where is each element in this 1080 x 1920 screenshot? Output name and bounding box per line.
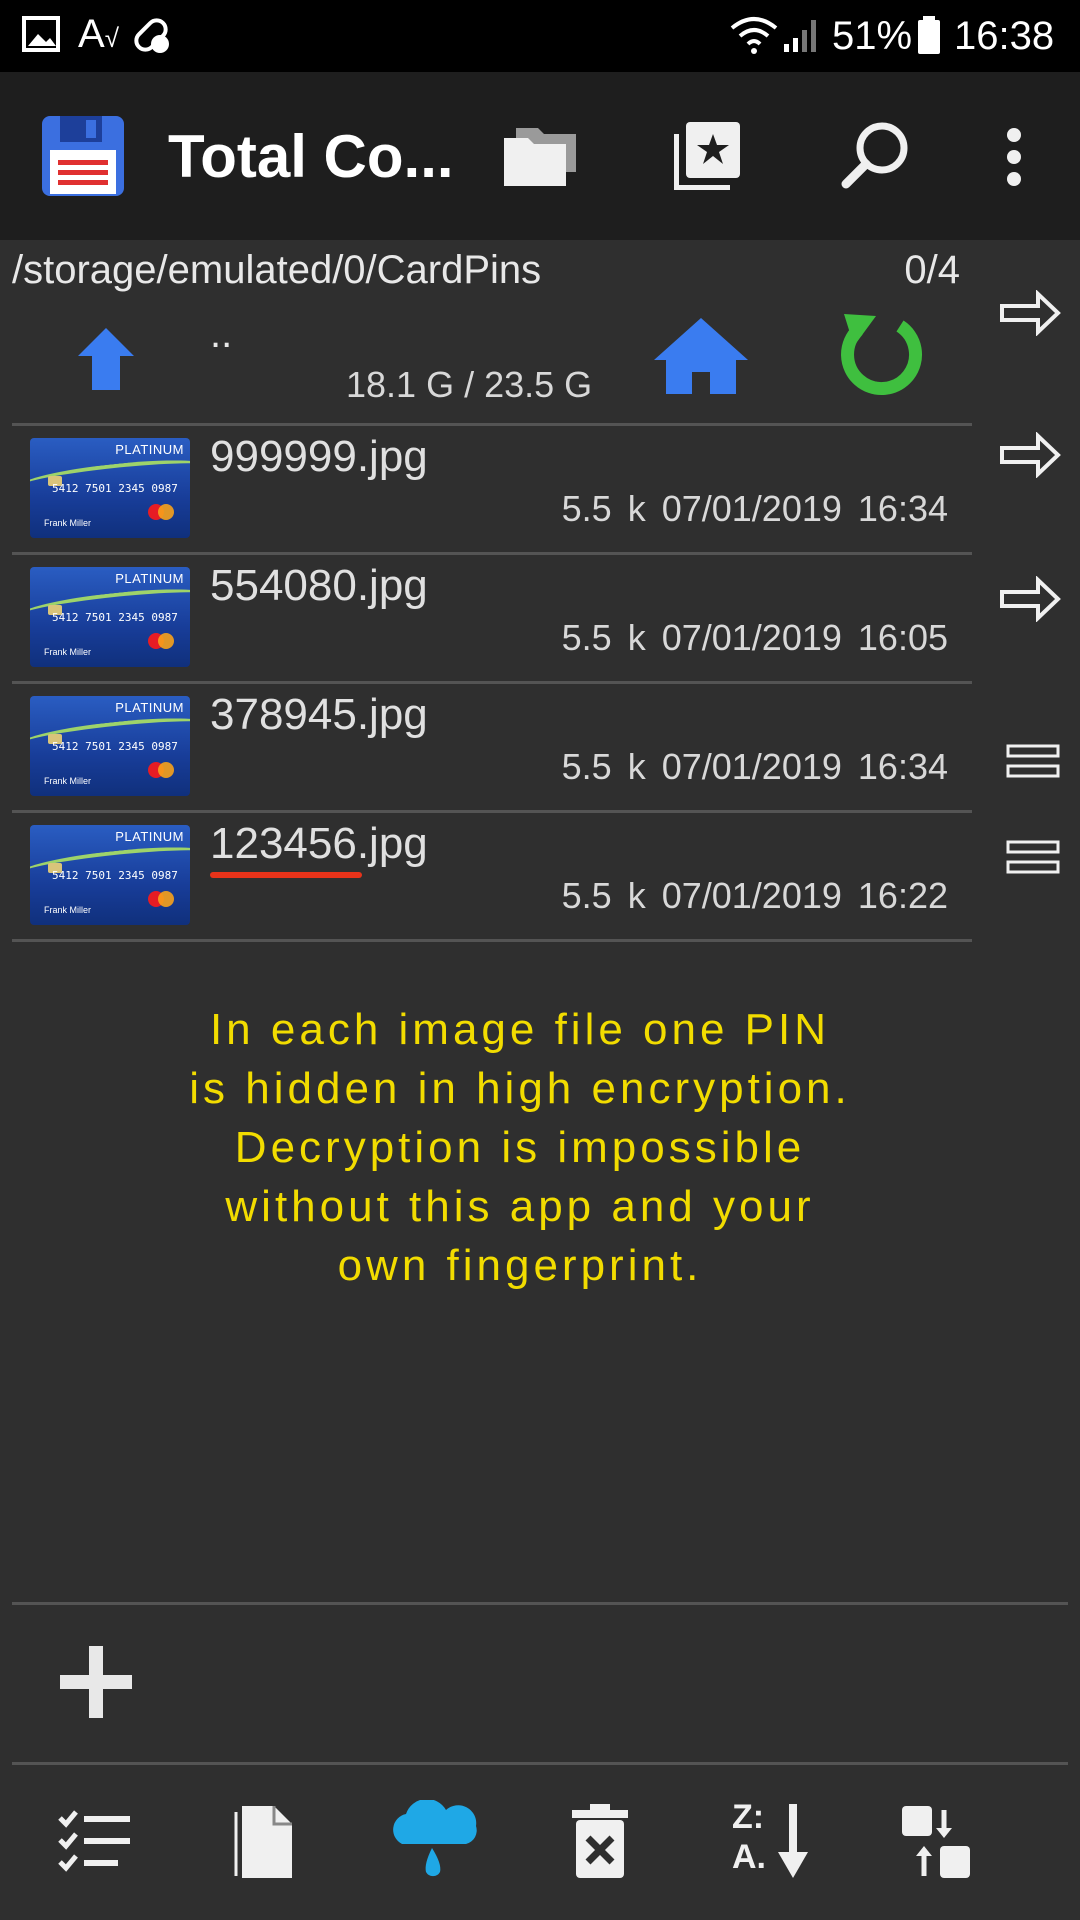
text-style-icon: A√ [78, 12, 119, 56]
battery-level: 51% [832, 14, 913, 58]
sort-za-icon[interactable]: Z: A. [732, 1800, 810, 1882]
highlight-underline [210, 872, 362, 878]
battery-icon [918, 16, 940, 54]
file-meta: 5.5 k 07/01/2019 16:34 [561, 746, 948, 787]
delete-icon[interactable] [570, 1804, 630, 1880]
info-text: In each image file one PIN is hidden in … [189, 1005, 851, 1290]
folders-icon[interactable] [502, 124, 578, 188]
file-row[interactable]: PLATINUM 5412 7501 2345 0987 Frank Mille… [12, 426, 972, 552]
file-name: 999999.jpg [210, 432, 428, 481]
file-row[interactable]: PLATINUM 5412 7501 2345 0987 Frank Mille… [12, 813, 972, 939]
file-row[interactable]: PLATINUM 5412 7501 2345 0987 Frank Mille… [12, 684, 972, 810]
up-arrow-icon[interactable] [76, 326, 138, 392]
plus-icon[interactable] [58, 1644, 134, 1720]
pill-icon [134, 18, 169, 53]
status-bar: A√ 51% 16:38 [0, 0, 1080, 72]
search-icon[interactable] [840, 120, 910, 190]
file-name: 378945.jpg [210, 690, 428, 739]
file-meta: 5.5 k 07/01/2019 16:22 [561, 875, 948, 916]
app-title: Total Co... [168, 123, 454, 190]
equals-icon[interactable] [1006, 742, 1060, 780]
app-bar: Total Co... [0, 72, 1080, 240]
equals-icon[interactable] [1006, 838, 1060, 876]
cloud-rain-icon[interactable] [382, 1800, 482, 1886]
file-meta: 5.5 k 07/01/2019 16:05 [561, 617, 948, 658]
file-name: 554080.jpg [210, 561, 428, 610]
storage-space: 18.1 G / 23.5 G [346, 364, 593, 405]
checklist-icon[interactable] [58, 1808, 132, 1874]
wifi-icon [730, 17, 778, 54]
current-path[interactable]: /storage/emulated/0/CardPins [12, 248, 541, 293]
divider [12, 1602, 1068, 1605]
card-thumbnail: PLATINUM 5412 7501 2345 0987 Frank Mille… [30, 825, 190, 925]
arrow-right-icon[interactable] [998, 432, 1062, 478]
parent-directory[interactable]: .. [210, 312, 232, 357]
clock: 16:38 [954, 14, 1055, 58]
image-icon [22, 16, 60, 52]
signal-icon [784, 20, 816, 52]
bookmark-star-icon[interactable] [674, 120, 742, 190]
card-thumbnail: PLATINUM 5412 7501 2345 0987 Frank Mille… [30, 438, 190, 538]
swap-icon[interactable] [900, 1804, 972, 1880]
selection-count: 0/4 [904, 248, 960, 292]
floppy-disk-icon[interactable] [40, 114, 126, 198]
card-thumbnail: PLATINUM 5412 7501 2345 0987 Frank Mille… [30, 696, 190, 796]
arrow-right-icon[interactable] [998, 290, 1062, 336]
file-name: 123456.jpg [210, 819, 428, 868]
card-thumbnail: PLATINUM 5412 7501 2345 0987 Frank Mille… [30, 567, 190, 667]
file-icon[interactable] [234, 1804, 296, 1880]
home-icon[interactable] [652, 314, 750, 396]
file-meta: 5.5 k 07/01/2019 16:34 [561, 488, 948, 529]
refresh-icon[interactable] [838, 310, 924, 400]
more-vert-icon[interactable] [1002, 126, 1026, 188]
file-row[interactable]: PLATINUM 5412 7501 2345 0987 Frank Mille… [12, 555, 972, 681]
arrow-right-icon[interactable] [998, 576, 1062, 622]
divider [12, 939, 972, 942]
bottom-toolbar: Z: A. [0, 1764, 1080, 1920]
